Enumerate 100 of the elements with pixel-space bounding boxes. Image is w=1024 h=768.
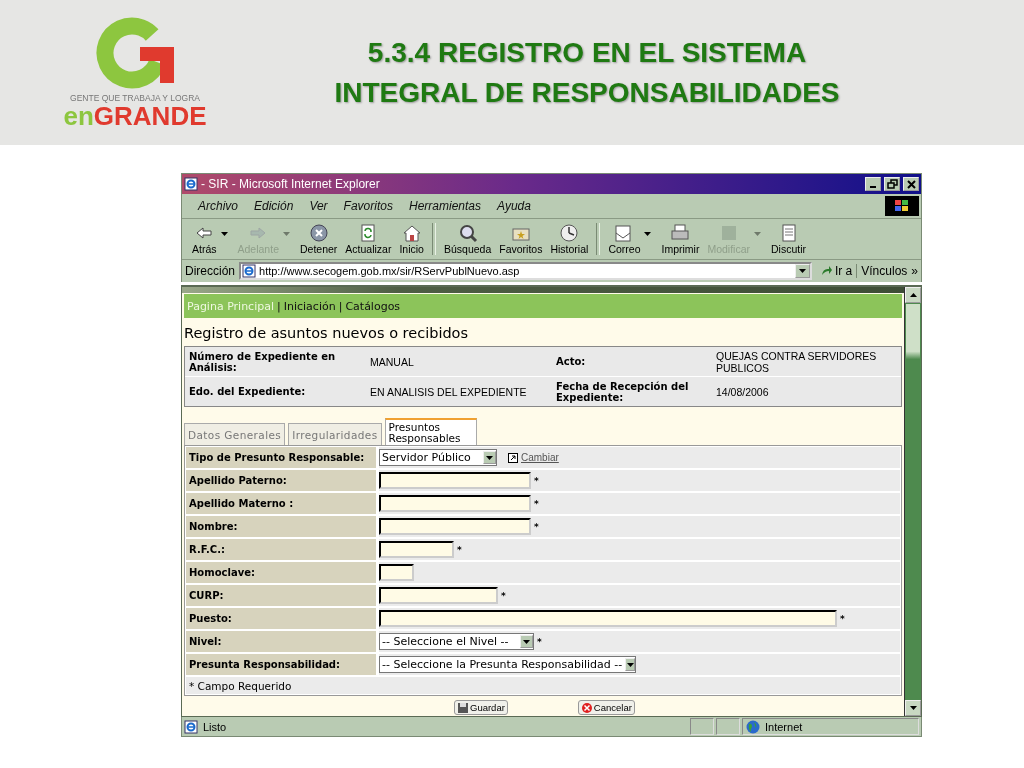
text-field[interactable] <box>379 610 837 627</box>
shortcut-arrow-icon <box>508 452 518 463</box>
page-title: Registro de asuntos nuevos o recibidos <box>184 325 470 341</box>
toolbar-button[interactable]: Búsqueda <box>439 220 496 258</box>
tab[interactable]: Datos Generales <box>184 423 286 445</box>
minimize-button[interactable] <box>865 177 881 191</box>
window-title: - SIR - Microsoft Internet Explorer <box>201 177 381 191</box>
cancel-icon <box>580 701 593 714</box>
address-field[interactable]: http://www.secogem.gob.mx/sir/RServPublNuevo.asp <box>239 262 812 280</box>
logo-wordmark: enGRANDE <box>63 102 207 129</box>
dropdown-field[interactable]: -- Seleccione la Presunta Responsabilidad -- <box>379 656 636 673</box>
field-label: Tipo de Presunto Responsable: <box>186 447 376 468</box>
home-icon <box>401 223 422 243</box>
info-label: Edo. del Expediente: <box>188 385 307 399</box>
flag-icon <box>895 200 909 212</box>
arrow-up-icon <box>909 293 917 297</box>
field-label: R.F.C.: <box>186 539 376 560</box>
nav-link[interactable]: Iniciación <box>283 299 336 313</box>
menu-item[interactable]: Ayuda <box>489 199 539 213</box>
change-link[interactable]: Cambiar <box>508 452 559 463</box>
caret-icon <box>798 269 806 273</box>
browser-page-icon <box>184 177 198 191</box>
history-icon <box>559 223 580 243</box>
browser-page-icon <box>184 719 198 734</box>
required-mark: * <box>537 636 542 647</box>
info-value: QUEJAS CONTRA SERVIDORES PUBLICOS <box>712 347 901 377</box>
address-label: Dirección <box>185 264 235 278</box>
menu-item[interactable]: Herramientas <box>400 199 489 213</box>
required-mark: * <box>534 498 539 509</box>
restore-button[interactable] <box>884 177 900 191</box>
arrow-down-icon <box>909 706 917 710</box>
restore-icon <box>886 179 898 189</box>
toolbar-button[interactable]: Detener <box>295 220 342 258</box>
status-panel <box>716 718 740 735</box>
info-value: EN ANALISIS DEL EXPEDIENTE <box>369 384 528 400</box>
required-mark: * <box>457 544 462 555</box>
caret-icon <box>486 455 493 460</box>
required-mark: * <box>534 521 539 532</box>
field-label: Apellido Paterno: <box>186 470 376 491</box>
field-label: Puesto: <box>186 608 376 629</box>
text-field[interactable] <box>379 495 531 512</box>
menu-item[interactable]: Favoritos <box>335 199 401 213</box>
browser-page-icon <box>242 264 256 278</box>
minimize-icon <box>870 186 876 188</box>
info-label: Número de Expediente en Análisis: <box>185 347 366 377</box>
field-label: Apellido Materno : <box>186 493 376 514</box>
text-field[interactable] <box>379 472 531 489</box>
field-label: Presunta Responsabilidad: <box>186 654 376 675</box>
form-button[interactable]: Cancelar <box>577 700 635 715</box>
globe-icon <box>746 719 760 734</box>
zone-text: Internet <box>765 720 803 733</box>
toolbar-button[interactable]: Historial <box>546 220 593 258</box>
go-arrow-icon <box>819 265 833 277</box>
text-field[interactable] <box>379 587 498 604</box>
form-button[interactable]: Guardar <box>454 700 508 715</box>
nav-separator: | <box>277 299 281 313</box>
printer-icon <box>670 223 691 243</box>
tab[interactable]: Presuntos Responsables <box>384 418 477 445</box>
menu-item[interactable]: Archivo <box>190 199 246 213</box>
info-label: Fecha de Recepción del Expediente: <box>555 379 690 405</box>
toolbar-button[interactable]: Actualizar <box>341 220 396 258</box>
toolbar-button[interactable]: Correo <box>604 220 645 258</box>
go-button[interactable]: Ir a <box>815 264 858 278</box>
menu-item[interactable]: Ver <box>301 199 336 213</box>
info-value: MANUAL <box>366 347 552 377</box>
field-label: CURP: <box>186 585 376 606</box>
required-mark: * <box>501 590 506 601</box>
more-links-button[interactable]: » <box>911 264 918 278</box>
text-field[interactable] <box>379 518 531 535</box>
field-label: Nivel: <box>186 631 376 652</box>
dropdown-field[interactable]: Servidor Público <box>379 449 497 466</box>
info-value: 14/08/2006 <box>715 384 770 400</box>
field-label: Homoclave: <box>186 562 376 583</box>
slide-title: 5.3.4 REGISTRO EN EL SISTEMA <box>367 35 807 70</box>
field-label: Nombre: <box>186 516 376 537</box>
caret-icon <box>626 662 634 667</box>
links-label[interactable]: Vínculos <box>861 264 908 278</box>
toolbar-button[interactable]: Inicio <box>395 220 428 258</box>
caret-icon <box>523 639 530 644</box>
stop-icon <box>308 223 329 243</box>
scrollbar[interactable] <box>904 287 921 716</box>
toolbar-button[interactable]: Imprimir <box>657 220 704 258</box>
text-field[interactable] <box>379 541 454 558</box>
search-icon <box>457 223 478 243</box>
tab[interactable]: Irregularidades <box>288 423 382 445</box>
menu-item[interactable]: Edición <box>246 199 302 213</box>
info-label: Acto: <box>552 347 712 377</box>
required-mark: * <box>840 613 845 624</box>
toolbar-button[interactable]: Atrás <box>188 220 221 258</box>
nav-link[interactable]: Catálogos <box>345 299 401 313</box>
toolbar-button[interactable]: Discutir <box>767 220 811 258</box>
close-button[interactable] <box>903 177 919 191</box>
logo-tagline: GENTE QUE TRABAJA Y LOGRA <box>70 92 200 103</box>
dropdown-field[interactable]: -- Seleccione el Nivel -- <box>379 633 534 650</box>
slide-title: INTEGRAL DE RESPONSABILIDADES <box>334 75 840 110</box>
toolbar-button[interactable]: Favoritos <box>495 220 547 258</box>
status-panel <box>690 718 714 735</box>
text-field[interactable] <box>379 564 414 581</box>
status-text: Listo <box>203 720 227 733</box>
required-mark: * <box>534 475 539 486</box>
